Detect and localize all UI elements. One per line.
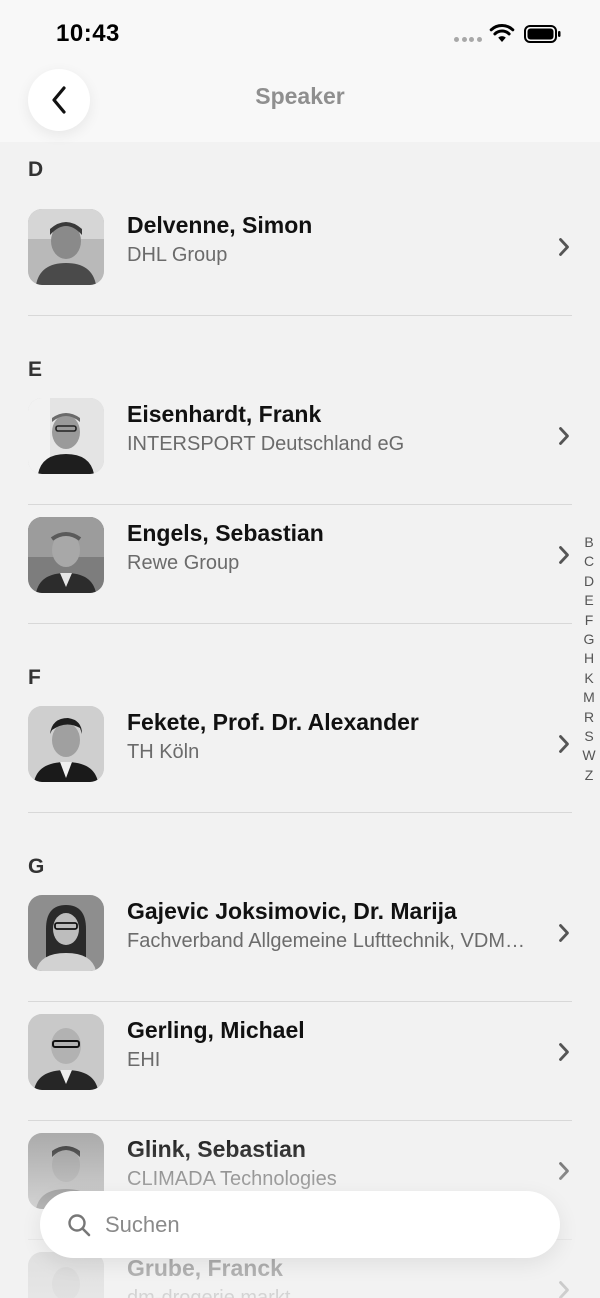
speaker-list: D Delvenne, Simon DHL Group E Eisenhardt…	[0, 142, 600, 1298]
search-bar[interactable]	[40, 1191, 560, 1258]
index-letter[interactable]: M	[583, 688, 595, 707]
speaker-organization: TH Köln	[127, 741, 200, 763]
index-letter[interactable]: C	[584, 552, 594, 571]
index-letter[interactable]: D	[584, 572, 594, 591]
chevron-right-icon	[559, 1281, 569, 1298]
index-letter[interactable]: F	[585, 611, 594, 630]
speaker-name: Delvenne, Simon	[127, 212, 313, 238]
section-header: D	[28, 158, 44, 181]
avatar	[28, 209, 104, 285]
list-item[interactable]: Eisenhardt, Frank INTERSPORT Deutschland…	[28, 386, 572, 505]
signal-icon	[454, 37, 482, 43]
speaker-name: Glink, Sebastian	[127, 1136, 306, 1162]
chevron-right-icon	[559, 427, 569, 445]
speaker-name: Grube, Franck	[127, 1255, 283, 1281]
avatar	[28, 1014, 104, 1090]
index-letter[interactable]: Z	[585, 766, 594, 785]
index-letter[interactable]: R	[584, 708, 594, 727]
index-letter[interactable]: E	[584, 591, 593, 610]
nav-bar: Speaker	[0, 64, 600, 142]
speaker-organization: Rewe Group	[127, 552, 240, 574]
list-item[interactable]: Fekete, Prof. Dr. Alexander TH Köln	[28, 694, 572, 813]
list-item[interactable]: Gerling, Michael EHI	[28, 1002, 572, 1121]
speaker-name: Engels, Sebastian	[127, 520, 324, 546]
status-bar: 10:43	[0, 0, 600, 64]
section-d: D Delvenne, Simon DHL Group	[0, 142, 600, 316]
chevron-right-icon	[559, 735, 569, 753]
list-item[interactable]: Engels, Sebastian Rewe Group	[28, 505, 572, 624]
avatar	[28, 517, 104, 593]
section-header: F	[28, 666, 41, 689]
index-letter[interactable]: G	[584, 630, 595, 649]
index-letter[interactable]: K	[584, 669, 593, 688]
speaker-name: Fekete, Prof. Dr. Alexander	[127, 709, 419, 735]
speaker-name: Gerling, Michael	[127, 1017, 305, 1043]
index-letter[interactable]: H	[584, 649, 594, 668]
chevron-right-icon	[559, 924, 569, 942]
speaker-organization: INTERSPORT Deutschland eG	[127, 433, 405, 455]
section-e: E Eisenhardt, Frank INTERSPORT Deutschla…	[0, 316, 600, 624]
speaker-name: Eisenhardt, Frank	[127, 401, 322, 427]
section-f: F Fekete, Prof. Dr. Alexander TH Köln	[0, 624, 600, 813]
section-header: G	[28, 855, 45, 878]
index-letter[interactable]: W	[582, 746, 595, 765]
speaker-organization: EHI	[127, 1049, 161, 1071]
wifi-icon	[489, 24, 515, 42]
avatar	[28, 1252, 104, 1298]
alphabet-index[interactable]: B C D E F G H K M R S W Z	[578, 533, 600, 785]
list-item[interactable]: Gajevic Joksimovic, Dr. Marija Fachverba…	[28, 883, 572, 1002]
speaker-organization: DHL Group	[127, 244, 228, 266]
chevron-right-icon	[559, 1162, 569, 1180]
speaker-organization: CLIMADA Technologies	[127, 1168, 337, 1190]
speaker-organization: dm-drogerie markt	[127, 1287, 291, 1298]
search-icon	[68, 1214, 91, 1237]
chevron-right-icon	[559, 238, 569, 256]
chevron-right-icon	[559, 546, 569, 564]
speaker-organization: Fachverband Allgemeine Lufttechnik, VDMA…	[127, 930, 537, 952]
section-header: E	[28, 358, 43, 381]
index-letter[interactable]: B	[584, 533, 593, 552]
list-item[interactable]: Delvenne, Simon DHL Group	[28, 197, 572, 316]
avatar	[28, 895, 104, 971]
chevron-right-icon	[559, 1043, 569, 1061]
status-time: 10:43	[56, 20, 120, 47]
avatar	[28, 398, 104, 474]
search-input[interactable]	[105, 1191, 525, 1258]
index-letter[interactable]: S	[584, 727, 593, 746]
page-title: Speaker	[255, 83, 345, 109]
battery-icon	[524, 25, 561, 43]
avatar	[28, 706, 104, 782]
speaker-name: Gajevic Joksimovic, Dr. Marija	[127, 898, 457, 924]
